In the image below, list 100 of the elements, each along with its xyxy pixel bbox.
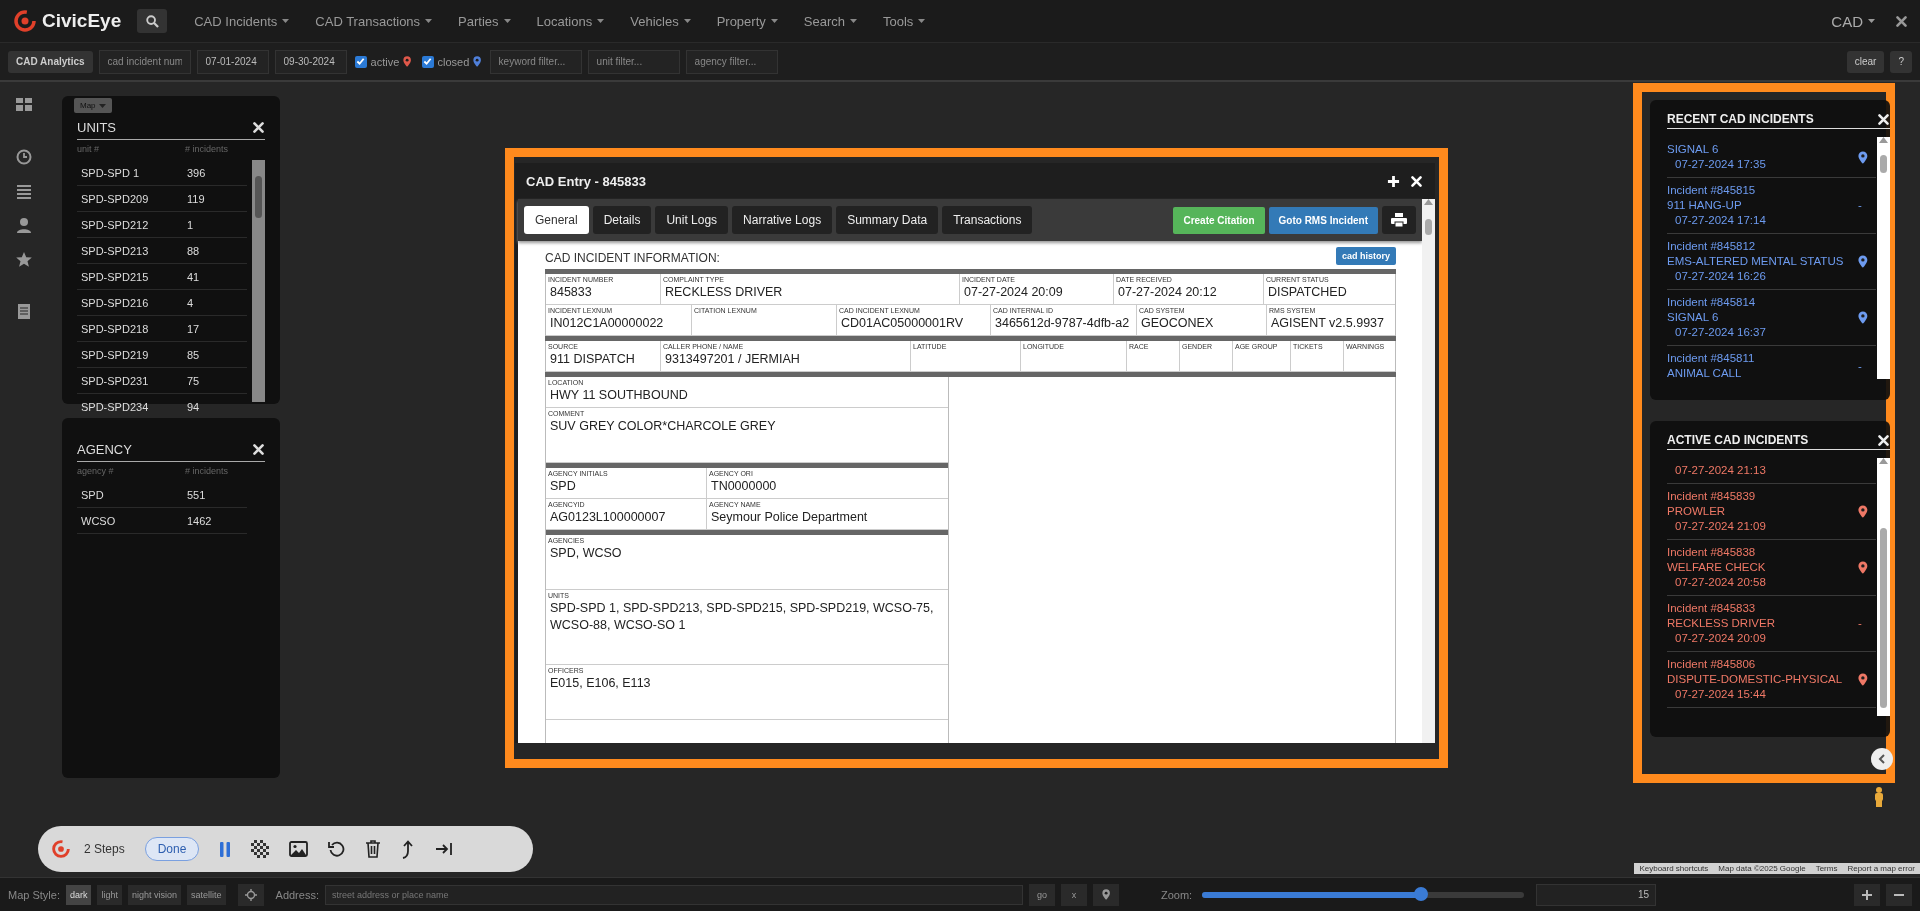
checkbox[interactable] — [421, 55, 434, 68]
unit-row[interactable]: SPD-SPD212 1 — [77, 212, 247, 238]
incident-item[interactable]: Incident #845814 SIGNAL 6 07-27-2024 16:37 — [1667, 290, 1876, 346]
close-icon[interactable] — [1895, 14, 1908, 28]
incident-item[interactable]: Incident #845812 EMS-ALTERED MENTAL STATUS 07-27-2024 16:26 — [1667, 234, 1876, 290]
app-logo-text: CivicEye — [42, 10, 122, 32]
print-button[interactable] — [1382, 206, 1416, 234]
plus-icon[interactable] — [1387, 174, 1400, 188]
checkbox-label: active — [370, 55, 400, 68]
image-button[interactable] — [289, 841, 309, 857]
logo-icon — [14, 10, 36, 32]
attribution-link[interactable]: Report a map error — [1842, 863, 1920, 874]
tab[interactable]: Details — [592, 206, 652, 234]
field-value: SUV GREY COLOR*CHARCOLE GREY — [549, 418, 777, 435]
clear-address-button[interactable]: x — [1060, 883, 1087, 906]
undo-button[interactable] — [328, 840, 346, 858]
tab[interactable]: General — [524, 206, 589, 234]
unit-row[interactable]: SPD-SPD218 17 — [77, 316, 247, 342]
map-style-option[interactable]: satellite — [187, 884, 226, 905]
scrollbar[interactable] — [252, 160, 265, 402]
locate-button[interactable] — [237, 883, 264, 906]
incident-item[interactable]: Incident #845806 DISPUTE-DOMESTIC-PHYSICAL 07-27-2024 15:44 — [1667, 652, 1876, 708]
field-value: SPD, WCSO — [549, 545, 623, 562]
delete-button[interactable] — [365, 840, 382, 858]
incident-item[interactable]: Incident #845838 WELFARE CHECK 07-27-2024 20:58 — [1667, 540, 1876, 596]
end-date-field[interactable]: 09-30-2024 — [274, 49, 347, 74]
scrollbar-thumb[interactable] — [1880, 528, 1887, 708]
nav-menu-item[interactable]: CAD Incidents — [181, 6, 303, 36]
undo-icon — [328, 840, 346, 858]
nav-menu-item[interactable]: Property — [703, 6, 791, 36]
scrollbar[interactable] — [1422, 199, 1435, 743]
start-date-field[interactable]: 07-01-2024 — [196, 49, 269, 74]
field-value: 9313497201 / JERMIAH — [664, 351, 801, 368]
filter-field[interactable]: unit filter... — [587, 49, 680, 74]
nav-menu-item[interactable]: CAD Transactions — [302, 6, 446, 36]
pegman-icon[interactable] — [1873, 787, 1885, 807]
search-button[interactable] — [137, 9, 168, 33]
filter-field[interactable]: keyword filter... — [489, 49, 582, 74]
go-button[interactable]: go — [1028, 883, 1055, 906]
unit-row[interactable]: SPD-SPD216 4 — [77, 290, 247, 316]
map-style-option[interactable]: light — [97, 884, 122, 905]
tab[interactable]: Unit Logs — [655, 206, 729, 234]
unit-row[interactable]: SPD-SPD219 85 — [77, 342, 247, 368]
module-dropdown[interactable]: CAD — [1825, 11, 1881, 31]
dialog-title: CAD Entry - 845833 — [526, 173, 647, 189]
attribution-link[interactable]: Terms — [1810, 863, 1843, 874]
section-heading: CAD INCIDENT INFORMATION: — [545, 251, 720, 265]
unit-row[interactable]: SPD-SPD 1 396 — [77, 160, 247, 186]
incident-item[interactable]: Incident #845811 ANIMAL CALL - — [1667, 346, 1876, 379]
nav-menu-item[interactable]: Search — [790, 6, 870, 36]
share-button[interactable] — [401, 839, 416, 859]
nav-menu-item[interactable]: Tools — [870, 6, 939, 36]
pause-button[interactable] — [219, 841, 232, 857]
scrollbar-thumb[interactable] — [255, 176, 262, 218]
attribution-link[interactable]: Keyboard shortcuts — [1634, 863, 1714, 874]
slider-thumb[interactable] — [1414, 886, 1429, 901]
chevron-left-icon — [1878, 754, 1886, 764]
field-value: SPD-SPD 1, SPD-SPD213, SPD-SPD215, SPD-SPD219, WCSO-75, WCSO-88, WCSO-SO 1 — [549, 600, 935, 634]
nav-menu-item[interactable]: Parties — [445, 6, 524, 36]
tab[interactable]: Narrative Logs — [732, 206, 833, 234]
incident-item[interactable]: Incident #845833 RECKLESS DRIVER 07-27-2024 20:09 - — [1667, 596, 1876, 652]
unit-row[interactable]: SPD 551 — [77, 482, 247, 508]
scrollbar[interactable] — [1877, 137, 1890, 379]
cad-history-button[interactable]: cad history — [1336, 247, 1396, 265]
attribution-link[interactable]: Map data ©2025 Google — [1713, 863, 1811, 874]
analytics-button[interactable]: CAD Analytics — [8, 50, 93, 73]
incident-item[interactable]: Incident #845815 911 HANG-UP 07-27-2024 17:14 - — [1667, 178, 1876, 234]
nav-menu-item[interactable]: Locations — [523, 6, 618, 36]
unit-row[interactable]: WCSO 1462 — [77, 508, 247, 534]
scrollbar-thumb[interactable] — [1425, 219, 1432, 235]
clear-button[interactable]: clear — [1846, 50, 1885, 73]
tab[interactable]: Summary Data — [836, 206, 939, 234]
checkbox[interactable] — [354, 55, 367, 68]
nav-menu-item[interactable]: Vehicles — [617, 6, 704, 36]
unit-row[interactable]: SPD-SPD231 75 — [77, 368, 247, 394]
action-button[interactable]: Goto RMS Incident — [1268, 206, 1378, 234]
help-button[interactable]: ? — [1890, 50, 1912, 73]
tab[interactable]: Transactions — [942, 206, 1033, 234]
blur-button[interactable] — [251, 840, 270, 858]
skip-button[interactable] — [435, 842, 454, 856]
scrollbar-thumb[interactable] — [1880, 155, 1887, 173]
incident-item[interactable]: Incident #845839 PROWLER 07-27-2024 21:09 — [1667, 484, 1876, 540]
filter-field[interactable]: agency filter... — [685, 49, 778, 74]
pin-button[interactable] — [1092, 883, 1119, 906]
caret-icon — [282, 19, 290, 23]
unit-row[interactable]: SPD-SPD215 41 — [77, 264, 247, 290]
incident-item[interactable]: 07-27-2024 21:13 — [1667, 458, 1876, 484]
incident-number: Incident #845815 — [1667, 183, 1756, 198]
zoom-in-button[interactable] — [1854, 883, 1880, 906]
unit-row[interactable]: SPD-SPD209 119 — [77, 186, 247, 212]
scrollbar[interactable] — [1877, 458, 1890, 716]
zoom-out-button[interactable] — [1886, 883, 1912, 906]
map-style-option[interactable]: night vision — [128, 884, 182, 905]
incident-item[interactable]: SIGNAL 6 07-27-2024 17:35 — [1667, 137, 1876, 178]
zoom-value-field[interactable]: 15 — [1536, 883, 1657, 906]
map-pin-icon — [1101, 889, 1111, 900]
unit-row[interactable]: SPD-SPD213 88 — [77, 238, 247, 264]
done-button[interactable]: Done — [144, 837, 200, 861]
map-style-option[interactable]: dark — [65, 884, 92, 905]
address-field[interactable]: street address or place name — [324, 884, 1023, 905]
